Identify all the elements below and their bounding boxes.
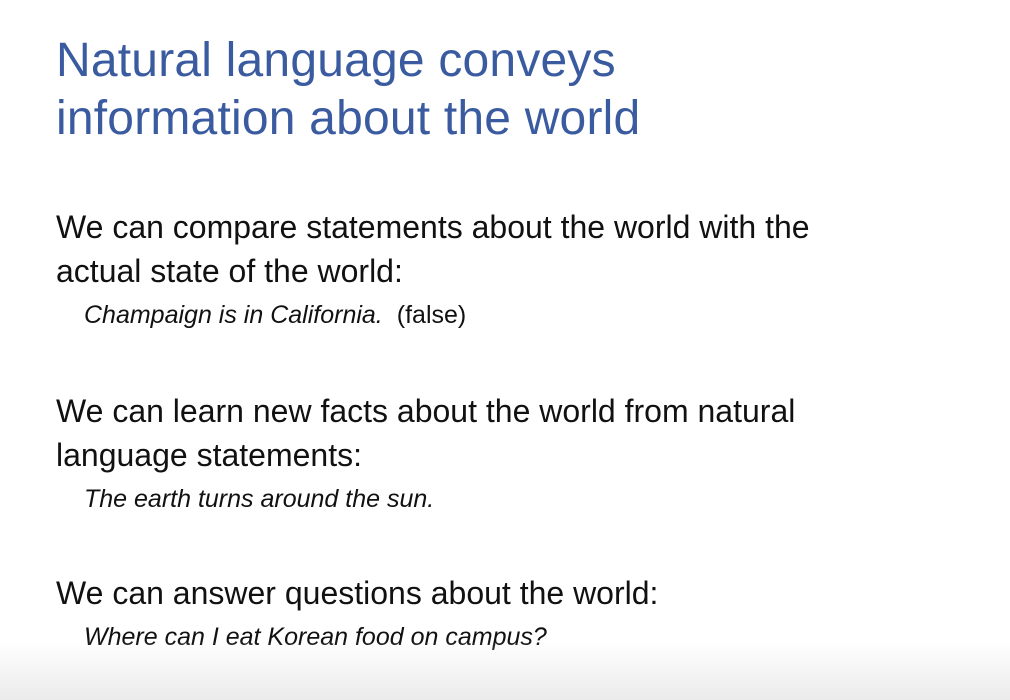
slide: Natural language conveys information abo…: [0, 0, 1010, 700]
example-sentence: The earth turns around the sun.: [84, 483, 980, 515]
statement-text: We can learn new facts about the world f…: [56, 389, 980, 477]
example-text: The earth turns around the sun.: [84, 485, 435, 513]
example-text: Champaign is in California.: [84, 301, 383, 329]
slide-title: Natural language conveys information abo…: [56, 32, 640, 148]
statement-line-1: We can answer questions about the world:: [56, 575, 659, 611]
statement-text: We can compare statements about the worl…: [56, 205, 980, 293]
slide-title-line-1: Natural language conveys: [56, 34, 616, 87]
example-sentence: Champaign is in California. (false): [84, 299, 980, 331]
section-learn-facts: We can learn new facts about the world f…: [56, 389, 980, 515]
truth-value-note: (false): [396, 301, 467, 329]
statement-line-2: language statements:: [56, 437, 362, 473]
statement-line-1: We can compare statements about the worl…: [56, 209, 810, 245]
statement-line-2: actual state of the world:: [56, 253, 403, 289]
statement-line-1: We can learn new facts about the world f…: [56, 393, 796, 429]
bottom-shade: [0, 640, 1010, 700]
section-compare-statements: We can compare statements about the worl…: [56, 205, 980, 331]
statement-text: We can answer questions about the world:: [56, 571, 980, 615]
slide-title-line-2: information about the world: [56, 92, 641, 145]
